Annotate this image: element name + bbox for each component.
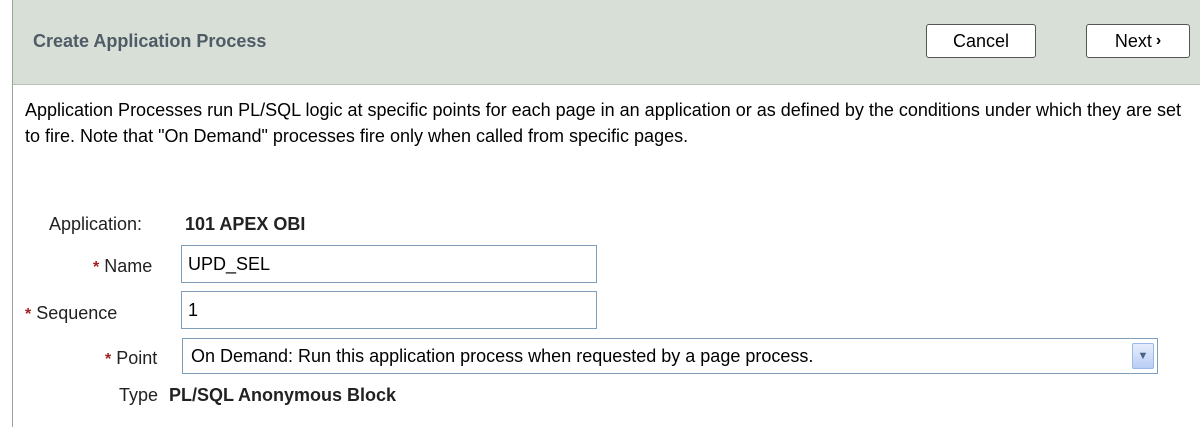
chevron-right-icon: › [1155, 32, 1162, 49]
point-label: Point [116, 348, 158, 368]
chevron-down-icon[interactable]: ▼ [1132, 343, 1154, 369]
type-value: PL/SQL Anonymous Block [169, 385, 397, 405]
required-asterisk-icon: * [93, 259, 100, 276]
sequence-label: Sequence [36, 303, 118, 323]
type-label: Type [119, 385, 159, 405]
region-header: Create Application Process Cancel Next › [13, 0, 1200, 85]
cancel-button-label: Cancel [952, 30, 1010, 51]
name-field[interactable] [181, 245, 597, 283]
application-value: 101 APEX OBI [185, 214, 306, 234]
name-label: Name [104, 256, 153, 276]
create-process-region: Create Application Process Cancel Next ›… [12, 0, 1200, 427]
next-button[interactable]: Next › [1086, 24, 1190, 58]
point-select[interactable]: On Demand: Run this application process … [182, 338, 1158, 374]
required-asterisk-icon: * [25, 306, 32, 323]
sequence-label-wrap: * Sequence [25, 303, 117, 324]
next-button-label: Next [1114, 30, 1152, 51]
application-label: Application: [49, 214, 143, 234]
cancel-button[interactable]: Cancel [926, 24, 1036, 58]
page-title: Create Application Process [33, 31, 267, 51]
point-select-value: On Demand: Run this application process … [191, 345, 814, 366]
point-label-wrap: * Point [105, 348, 157, 369]
sequence-field[interactable] [181, 291, 597, 329]
name-label-wrap: * Name [93, 256, 152, 277]
required-asterisk-icon: * [105, 351, 112, 368]
description-text: Application Processes run PL/SQL logic a… [25, 100, 1182, 146]
